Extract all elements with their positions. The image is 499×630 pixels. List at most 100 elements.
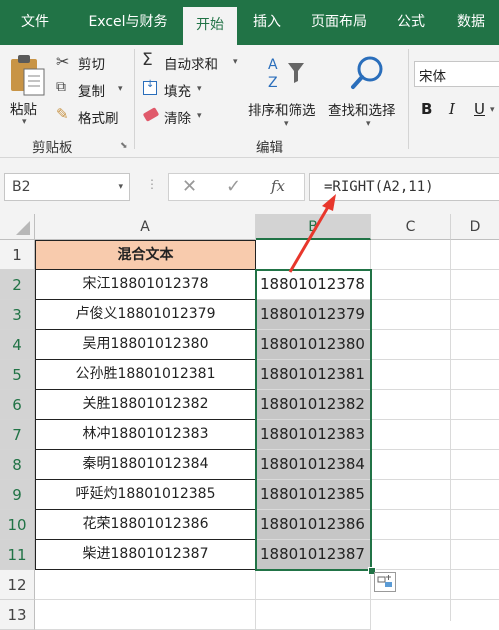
underline-button[interactable]: U	[474, 100, 485, 118]
row-header[interactable]: 12	[0, 570, 35, 600]
row-header[interactable]: 1	[0, 240, 35, 270]
row-header[interactable]: 3	[0, 300, 35, 330]
tab-home[interactable]: 开始	[183, 7, 237, 45]
italic-button[interactable]: I	[449, 100, 455, 118]
copy-button[interactable]: ⧉ 复制 ▾	[56, 78, 136, 100]
paste-icon	[11, 55, 45, 96]
cell-a[interactable]: 秦明18801012384	[35, 450, 256, 480]
formula-bar: B2 ▾ ⋮ ✕ ✓ fx =RIGHT(A2,11)	[0, 158, 499, 214]
chevron-down-icon[interactable]: ▾	[490, 105, 495, 115]
row-header[interactable]: 7	[0, 420, 35, 450]
dialog-launcher-icon[interactable]: ⬊	[120, 141, 128, 151]
cell-b[interactable]: 18801012381	[256, 360, 371, 390]
row-header[interactable]: 5	[0, 360, 35, 390]
column-header-d[interactable]: D	[451, 214, 499, 240]
chevron-down-icon: ▾	[284, 119, 289, 129]
cell-a[interactable]: 公孙胜18801012381	[35, 360, 256, 390]
fill-label: 填充	[164, 84, 191, 100]
cell-a[interactable]: 卢俊义18801012379	[35, 300, 256, 330]
magnifier-icon	[351, 56, 383, 89]
enter-check-icon[interactable]: ✓	[226, 176, 241, 197]
column-header-b[interactable]: B	[256, 214, 371, 240]
drag-handle-icon[interactable]: ⋮	[146, 177, 158, 191]
sort-filter-icon: A Z	[268, 57, 304, 91]
ribbon-separator	[408, 49, 409, 149]
cell-a[interactable]: 关胜18801012382	[35, 390, 256, 420]
row-header[interactable]: 6	[0, 390, 35, 420]
sort-filter-label: 排序和筛选	[248, 103, 316, 119]
column-header-c[interactable]: C	[371, 214, 451, 240]
tab-file[interactable]: 文件	[10, 0, 60, 45]
clear-button[interactable]: 清除 ▾	[142, 105, 242, 127]
cell-b[interactable]: 18801012384	[256, 450, 371, 480]
cancel-icon[interactable]: ✕	[182, 176, 197, 197]
tab-data[interactable]: 数据	[446, 0, 496, 45]
fill-down-icon: ↓	[143, 79, 157, 95]
brush-icon: ✎	[56, 105, 69, 123]
quick-analysis-button[interactable]	[374, 572, 396, 592]
clear-label: 清除	[164, 111, 191, 127]
sigma-icon: Σ	[142, 50, 153, 70]
tab-formulas[interactable]: 公式	[386, 0, 436, 45]
cell-a[interactable]: 柴进18801012387	[35, 540, 256, 570]
cut-button[interactable]: ✂ 剪切	[56, 51, 136, 73]
cell-a[interactable]: 呼延灼18801012385	[35, 480, 256, 510]
insert-function-button[interactable]: fx	[271, 177, 285, 195]
paste-label: 粘贴	[10, 102, 37, 118]
format-painter-button[interactable]: ✎ 格式刷	[56, 105, 136, 127]
fill-button[interactable]: ↓ 填充 ▾	[142, 78, 242, 100]
chevron-down-icon: ▾	[197, 111, 202, 121]
cell-b-active[interactable]: 18801012378	[256, 270, 371, 300]
row-header[interactable]: 9	[0, 480, 35, 510]
autosum-label: 自动求和	[164, 57, 218, 73]
tab-page-layout[interactable]: 页面布局	[302, 0, 376, 45]
row-header[interactable]: 13	[0, 600, 35, 630]
cell-a[interactable]: 花荣18801012386	[35, 510, 256, 540]
gridline	[370, 240, 371, 621]
cell-b[interactable]: 18801012383	[256, 420, 371, 450]
name-box[interactable]: B2 ▾	[4, 173, 130, 201]
grid-cell[interactable]	[256, 240, 371, 270]
cell-b[interactable]: 18801012387	[256, 540, 371, 570]
row-header[interactable]: 11	[0, 540, 35, 570]
autosum-button[interactable]: Σ 自动求和 ▾	[142, 50, 242, 73]
paste-button[interactable]: 粘贴 ▾	[6, 49, 48, 129]
chevron-down-icon: ▾	[22, 117, 27, 127]
bold-button[interactable]: B	[421, 100, 432, 118]
grid-cell[interactable]	[256, 570, 371, 600]
cell-b[interactable]: 18801012386	[256, 510, 371, 540]
cut-label: 剪切	[78, 57, 105, 73]
row-header[interactable]: 4	[0, 330, 35, 360]
cell-a[interactable]: 林冲18801012383	[35, 420, 256, 450]
chevron-down-icon: ▾	[118, 84, 123, 94]
cell-b[interactable]: 18801012382	[256, 390, 371, 420]
header-cell-mixed-text[interactable]: 混合文本	[35, 240, 256, 270]
cell-a[interactable]: 吴用18801012380	[35, 330, 256, 360]
find-select-button[interactable]: 查找和选择 ▾	[326, 49, 408, 133]
formula-input[interactable]: =RIGHT(A2,11)	[309, 173, 499, 201]
cell-b[interactable]: 18801012379	[256, 300, 371, 330]
row-header[interactable]: 8	[0, 450, 35, 480]
quick-analysis-icon	[377, 575, 392, 587]
tab-insert[interactable]: 插入	[242, 0, 292, 45]
formula-buttons-box: ✕ ✓ fx	[168, 173, 305, 201]
grid-cell[interactable]	[35, 600, 256, 630]
column-header-a[interactable]: A	[35, 214, 256, 240]
select-all-triangle-icon	[16, 221, 30, 235]
grid-cell[interactable]	[256, 600, 371, 630]
chevron-down-icon: ▾	[233, 57, 238, 67]
chevron-down-icon: ▾	[118, 182, 123, 192]
font-name-select[interactable]: 宋体	[414, 61, 499, 87]
row-header[interactable]: 2	[0, 270, 35, 300]
cell-b[interactable]: 18801012380	[256, 330, 371, 360]
cell-a[interactable]: 宋江18801012378	[35, 270, 256, 300]
copy-icon: ⧉	[56, 79, 66, 95]
select-all-corner[interactable]	[0, 214, 35, 240]
cell-b[interactable]: 18801012385	[256, 480, 371, 510]
ribbon-tab-bar: 文件 Excel与财务 开始 插入 页面布局 公式 数据	[0, 0, 499, 45]
tab-excel-finance[interactable]: Excel与财务	[78, 0, 178, 45]
sort-filter-button[interactable]: A Z 排序和筛选 ▾	[246, 49, 326, 133]
row-header[interactable]: 10	[0, 510, 35, 540]
grid-cell[interactable]	[35, 570, 256, 600]
editing-group-label: 编辑	[256, 140, 283, 156]
